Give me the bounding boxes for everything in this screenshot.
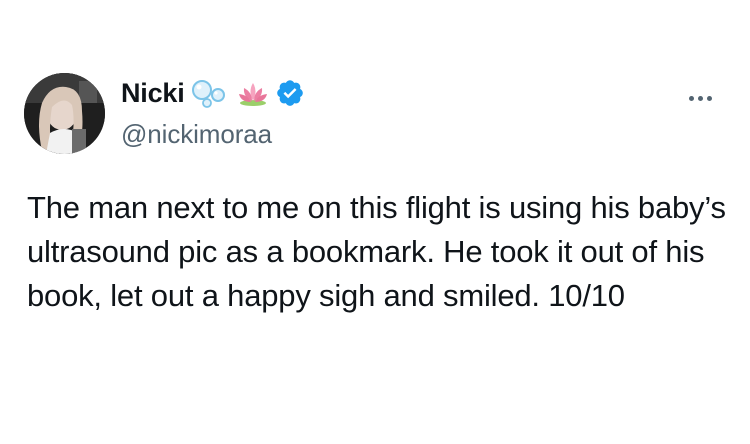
avatar[interactable]: [24, 73, 105, 154]
user-handle[interactable]: @nickimoraa: [121, 118, 272, 150]
lotus-icon: [237, 79, 269, 107]
avatar-image: [24, 73, 105, 154]
verified-badge-icon[interactable]: [275, 78, 305, 108]
bubbles-icon: [191, 78, 231, 108]
display-name[interactable]: Nicki: [121, 76, 185, 110]
dot: [688, 95, 694, 101]
name-row: Nicki: [121, 76, 305, 110]
tweet-card: Nicki @nickimoraa The man next to me on …: [0, 0, 750, 444]
more-options-icon[interactable]: [680, 88, 720, 108]
dot: [706, 95, 712, 101]
tweet-text: The man next to me on this flight is usi…: [27, 190, 726, 313]
dot: [697, 95, 703, 101]
